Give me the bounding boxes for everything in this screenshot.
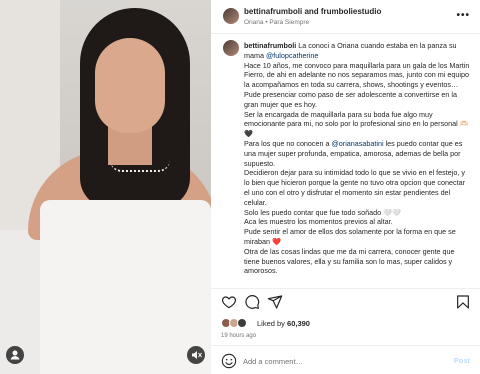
post-media[interactable]	[0, 0, 211, 374]
likes-label: Liked by 60,390	[257, 319, 310, 328]
audio-track[interactable]: Oriana • Para Siempre	[244, 19, 309, 26]
comment-bar: Post	[211, 345, 480, 374]
face	[95, 38, 165, 133]
caption-line: Para los que no conocen a @orianasabatin…	[244, 139, 472, 168]
caption-line: Pude presenciar como paso de ser adolesc…	[244, 89, 457, 109]
mention-link[interactable]: @orianasabatini	[332, 139, 384, 148]
author-names[interactable]: bettinafrumboli and frumboliestudio	[244, 7, 381, 16]
divider	[211, 288, 480, 289]
caption-line: Decidieron dejar para su intimidad todo …	[244, 168, 465, 207]
wedding-dress	[40, 200, 211, 374]
caption-username[interactable]: bettinafrumboli	[244, 41, 296, 50]
user-tag-icon[interactable]	[6, 346, 24, 364]
caption-line: Solo les puedo contar que fue todo soñad…	[244, 207, 401, 217]
necklace	[110, 160, 170, 172]
caption-text: bettinafrumboli La conoci a Oriana cuand…	[244, 41, 472, 276]
action-bar	[211, 294, 480, 312]
post-button[interactable]: Post	[454, 356, 470, 365]
caption-line: Pude sentir el amor de ellos dos solamen…	[244, 227, 456, 246]
caption-line: Hace 10 años, me convoco para maquillarl…	[244, 60, 470, 90]
mention-link[interactable]: @fulopcatherine	[266, 51, 318, 60]
heart-icon[interactable]	[221, 294, 237, 310]
share-icon[interactable]	[267, 294, 283, 310]
comment-input[interactable]	[243, 354, 433, 368]
caption: bettinafrumboli La conoci a Oriana cuand…	[223, 40, 473, 285]
more-horizontal-icon[interactable]: •••	[456, 10, 470, 21]
post-timestamp[interactable]: 19 hours ago	[221, 333, 256, 339]
caption-line: Aca les muestro los momentos previos al …	[244, 217, 393, 227]
likes-prefix: Liked by	[257, 319, 285, 328]
comment-icon[interactable]	[244, 294, 260, 310]
caption-avatar[interactable]	[223, 40, 239, 56]
post-panel: bettinafrumboli and frumboliestudio Oria…	[211, 0, 480, 374]
bookmark-icon[interactable]	[455, 294, 471, 310]
likes-count[interactable]: 60,390	[287, 319, 310, 328]
post-header: bettinafrumboli and frumboliestudio Oria…	[211, 0, 480, 34]
mute-icon[interactable]	[187, 346, 205, 364]
caption-line: Ser la encargada de maquillarla para su …	[244, 109, 469, 139]
caption-line: Otra de las cosas lindas que me da mi ca…	[244, 246, 455, 276]
caption-line: bettinafrumboli La conoci a Oriana cuand…	[244, 41, 472, 61]
liker-avatar[interactable]	[237, 318, 247, 328]
emoji-icon[interactable]	[221, 353, 237, 369]
author-avatar[interactable]	[223, 8, 239, 24]
caption-text-segment: Para los que no conocen a	[244, 138, 332, 148]
